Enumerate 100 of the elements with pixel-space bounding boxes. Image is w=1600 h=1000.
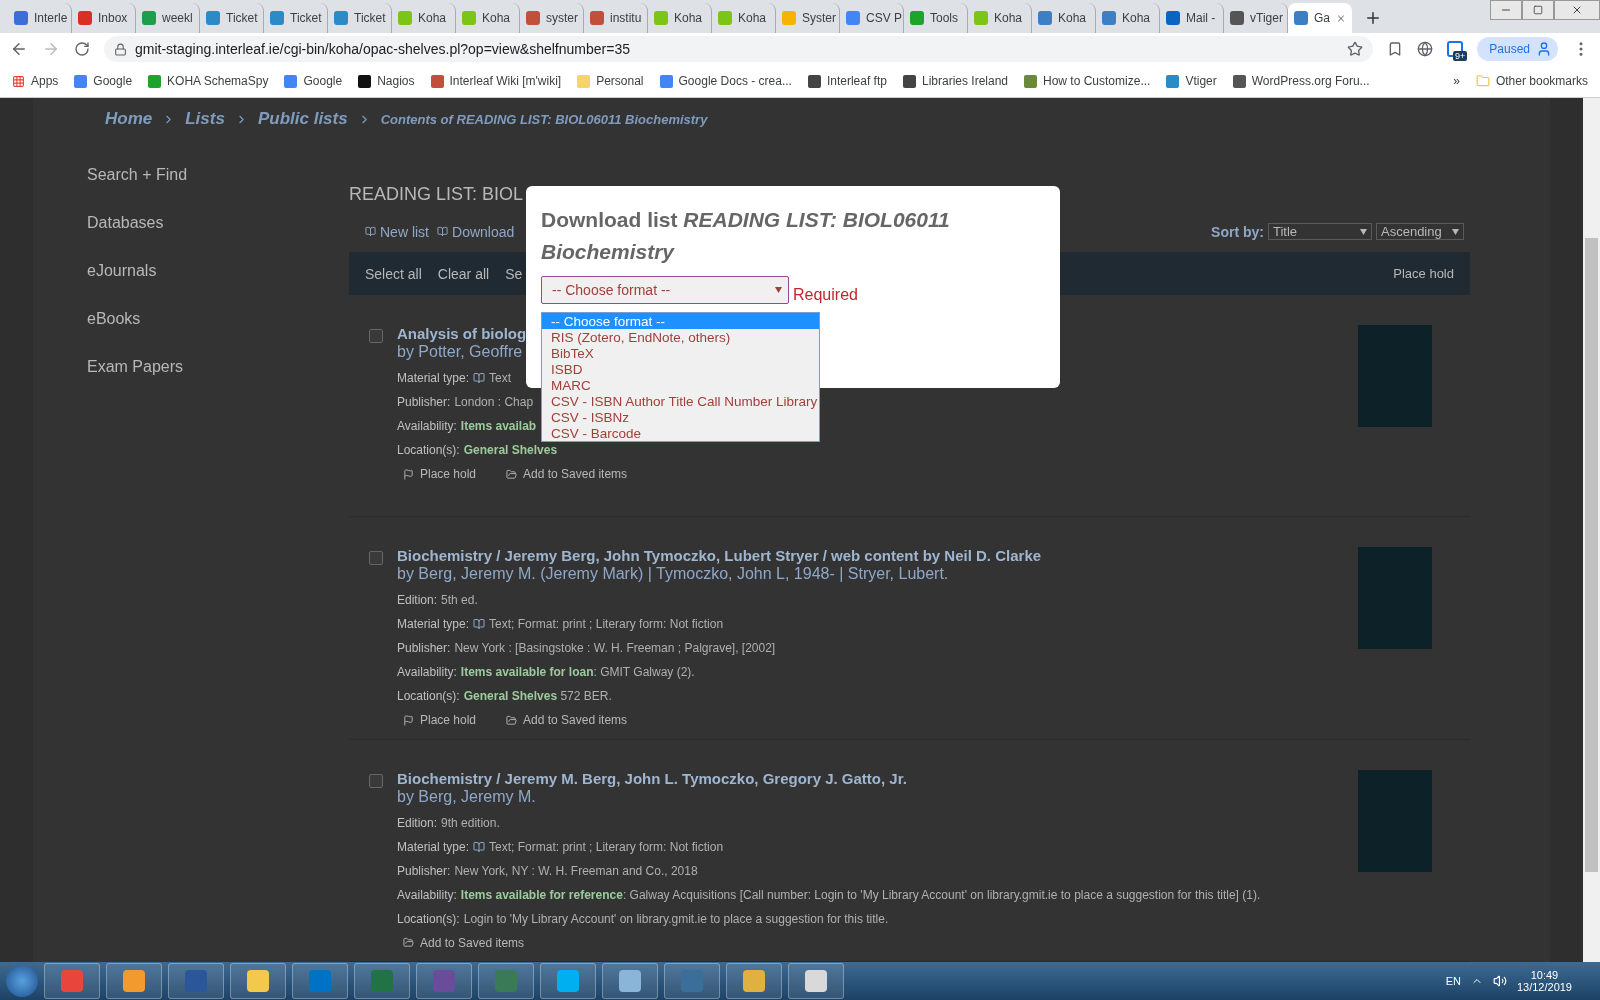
format-option[interactable]: CSV - ISBNz bbox=[542, 409, 819, 425]
taskbar-app[interactable] bbox=[478, 963, 534, 999]
field-label: Availability: bbox=[397, 665, 457, 680]
bookmark-link[interactable]: Personal bbox=[577, 74, 644, 88]
bookmark-icon bbox=[1232, 74, 1246, 88]
caret-icon bbox=[1360, 228, 1367, 235]
sort-label: Sort by: bbox=[1211, 223, 1264, 240]
taskbar-app[interactable] bbox=[540, 963, 596, 999]
field-label: Material type: bbox=[397, 371, 470, 386]
record-checkbox[interactable] bbox=[369, 773, 383, 788]
format-option[interactable]: RIS (Zotero, EndNote, others) bbox=[542, 329, 819, 345]
bookmark-icon bbox=[902, 74, 916, 88]
count-badge: 9+ bbox=[1453, 51, 1468, 61]
close-window-button[interactable] bbox=[1554, 0, 1600, 20]
save-link[interactable]: Add to Saved items bbox=[506, 467, 628, 482]
breadcrumb-link[interactable]: Public lists bbox=[257, 109, 348, 129]
back-icon[interactable] bbox=[10, 40, 28, 58]
restore-icon bbox=[1533, 5, 1543, 15]
field-value: General Shelves bbox=[463, 443, 558, 458]
toolbar-link[interactable]: Download bbox=[437, 223, 515, 240]
record-author[interactable]: by Berg, Jeremy M. bbox=[397, 787, 1344, 806]
bookmark-link[interactable]: Libraries Ireland bbox=[902, 74, 1008, 88]
sidebar-item[interactable]: Search + Find bbox=[87, 166, 349, 186]
bookmark-link[interactable]: Nagios bbox=[358, 74, 415, 88]
restore-button[interactable] bbox=[1522, 0, 1554, 20]
bookmark-icon bbox=[1166, 74, 1180, 88]
record-author[interactable]: by Berg, Jeremy M. (Jeremy Mark) | Tymoczko, John L, 1948- | Stryer, Lubert. bbox=[397, 565, 1344, 584]
bookmark-link[interactable]: Apps bbox=[12, 74, 59, 88]
place-hold-link[interactable]: Place hold bbox=[1393, 266, 1454, 282]
star-icon[interactable] bbox=[1347, 41, 1364, 57]
book-icon bbox=[473, 372, 486, 385]
format-option[interactable]: CSV - Barcode bbox=[542, 425, 819, 441]
sidebar-item[interactable]: Databases bbox=[87, 214, 349, 234]
save-link[interactable]: Add to Saved items bbox=[506, 713, 628, 728]
more-bookmarks-button[interactable]: » bbox=[1453, 74, 1460, 88]
bookmark-link[interactable]: WordPress.org Foru... bbox=[1232, 74, 1370, 88]
sort-order-select[interactable]: Ascending bbox=[1376, 223, 1464, 241]
format-option[interactable]: ISBD bbox=[542, 361, 819, 377]
bookmark-link[interactable]: Google bbox=[74, 74, 133, 88]
breadcrumb-link[interactable]: Lists bbox=[185, 109, 225, 129]
clock[interactable]: 10:49 13/12/2019 bbox=[1516, 969, 1572, 993]
format-option[interactable]: MARC bbox=[542, 377, 819, 393]
record-title[interactable]: Biochemistry / Jeremy Berg, John Tymoczko, Lubert Stryer / web content by Neil D. Clarke bbox=[397, 547, 1344, 565]
bookmark-link[interactable]: Interleaf ftp bbox=[807, 74, 887, 88]
address-field[interactable]: gmit-staging.interleaf.ie/cgi-bin/koha/opac-shelves.pl?op=view&shelfnumber=35 bbox=[104, 36, 1374, 62]
field-label: Availability: bbox=[397, 887, 457, 902]
toolbar-link[interactable]: New list bbox=[365, 223, 429, 240]
sidebar-item[interactable]: Exam Papers bbox=[87, 358, 349, 378]
format-option[interactable]: CSV - ISBN Author Title Call Number Library bbox=[542, 393, 819, 409]
field-value: 9th edition. bbox=[441, 815, 500, 830]
taskbar-app[interactable] bbox=[664, 963, 720, 999]
bookmark-link[interactable]: Google bbox=[284, 74, 343, 88]
book-icon bbox=[473, 840, 486, 853]
bar-link[interactable]: Select all bbox=[365, 265, 422, 282]
record-checkbox[interactable] bbox=[369, 551, 383, 566]
record-checkbox[interactable] bbox=[369, 329, 383, 344]
taskbar-app[interactable] bbox=[44, 963, 100, 999]
taskbar-app[interactable] bbox=[230, 963, 286, 999]
bookmark-link[interactable]: Interleaf Wiki [m'wiki] bbox=[430, 74, 562, 88]
minimize-button[interactable] bbox=[1490, 0, 1522, 20]
place-hold-link[interactable]: Place hold bbox=[403, 713, 477, 728]
bookmark-link[interactable]: How to Customize... bbox=[1024, 74, 1151, 88]
bar-link[interactable]: Se bbox=[505, 265, 523, 282]
format-option[interactable]: BibTeX bbox=[542, 345, 819, 361]
taskbar-app[interactable] bbox=[602, 963, 658, 999]
place-hold-link[interactable]: Place hold bbox=[403, 467, 477, 482]
breadcrumb-link[interactable]: Home bbox=[105, 109, 153, 129]
sort-field-select[interactable]: Title bbox=[1268, 223, 1372, 241]
field-value: General Shelves 572 BER. bbox=[463, 689, 612, 704]
taskbar-app[interactable] bbox=[168, 963, 224, 999]
profile-button[interactable]: Paused bbox=[1477, 37, 1558, 61]
new-tab-icon[interactable] bbox=[1364, 9, 1382, 27]
format-select[interactable]: -- Choose format -- bbox=[541, 276, 789, 304]
reload-icon[interactable] bbox=[74, 41, 90, 57]
taskbar-app[interactable] bbox=[416, 963, 472, 999]
forward-icon[interactable] bbox=[42, 40, 60, 58]
field-label: Material type: bbox=[397, 839, 470, 854]
bookmark-link[interactable]: Other bookmarks bbox=[1475, 74, 1588, 88]
start-button[interactable] bbox=[6, 965, 38, 997]
taskbar-app[interactable] bbox=[292, 963, 348, 999]
taskbar-app[interactable] bbox=[726, 963, 782, 999]
hold-icon bbox=[403, 468, 414, 480]
sidebar-item[interactable]: eBooks bbox=[87, 310, 349, 330]
taskbar-app[interactable] bbox=[354, 963, 410, 999]
bookmark-link[interactable]: Vtiger bbox=[1166, 74, 1217, 88]
language-indicator[interactable]: EN bbox=[1445, 975, 1461, 987]
save-link[interactable]: Add to Saved items bbox=[403, 935, 525, 950]
bookmark-icon bbox=[659, 74, 673, 88]
taskbar-app[interactable] bbox=[106, 963, 162, 999]
taskbar-app[interactable] bbox=[788, 963, 844, 999]
record-title[interactable]: Biochemistry / Jeremy M. Berg, John L. Tymoczko, Gregory J. Gatto, Jr. bbox=[397, 769, 1344, 787]
sidebar-item[interactable]: eJournals bbox=[87, 262, 349, 282]
caret-icon bbox=[775, 287, 782, 293]
bookmark-link[interactable]: KOHA SchemaSpy bbox=[148, 74, 269, 88]
close-icon bbox=[1571, 4, 1583, 16]
scrollbar[interactable] bbox=[1583, 98, 1600, 962]
bar-link[interactable]: Clear all bbox=[437, 265, 490, 282]
browser-tab[interactable]: Ga bbox=[1288, 3, 1352, 33]
volume-icon[interactable] bbox=[1492, 974, 1507, 988]
bookmark-link[interactable]: Google Docs - crea... bbox=[659, 74, 792, 88]
